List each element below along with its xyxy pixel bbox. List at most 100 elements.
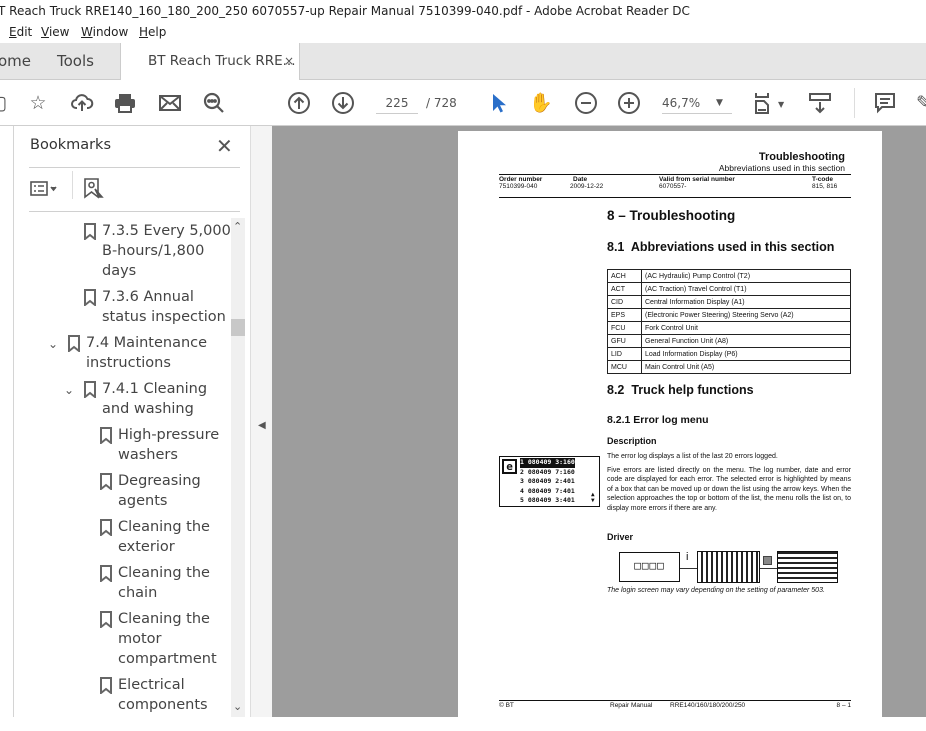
close-icon[interactable]: ✕ xyxy=(216,134,233,158)
section-heading-abbreviations: 8.1 Abbreviations used in this section xyxy=(607,240,835,254)
scrolling-mode-icon[interactable] xyxy=(808,91,832,115)
subsection-heading: 8.2.1 Error log menu xyxy=(607,414,709,426)
previous-page-icon[interactable] xyxy=(287,91,311,115)
close-tab-icon[interactable]: × xyxy=(284,43,294,80)
chevron-down-icon[interactable]: ⌄ xyxy=(47,334,59,354)
print-icon[interactable] xyxy=(113,91,137,115)
bookmark-icon xyxy=(100,427,112,444)
hand-tool-icon[interactable]: ✋ xyxy=(529,91,553,115)
home-icon[interactable]: ▢ xyxy=(0,91,10,115)
info-screen-figure xyxy=(697,551,760,583)
bookmark-item[interactable]: ⌄ 7.4.1 Cleaning and washing xyxy=(14,376,231,422)
chevron-down-icon[interactable]: ⌄ xyxy=(63,380,75,400)
bookmark-item[interactable]: Cleaning the motor compartment xyxy=(14,606,231,672)
meta-value: 815, 816 xyxy=(812,183,838,190)
fit-page-icon[interactable] xyxy=(753,91,777,115)
tab-tools[interactable]: Tools xyxy=(57,43,94,80)
abbreviation-meaning: (AC Hydraulic) Pump Control (T2) xyxy=(641,269,851,283)
meta-label: T-code xyxy=(812,176,833,183)
bookmark-icon xyxy=(100,611,112,628)
abbreviation: GFU xyxy=(607,334,642,348)
description-heading: Description xyxy=(607,436,657,446)
table-row: ACT (AC Traction) Travel Control (T1) xyxy=(607,282,851,296)
collapse-panel-icon[interactable]: ◀ xyxy=(258,420,266,431)
lcd-error-row: 1 080409 3:160 xyxy=(520,458,575,468)
table-row: ACH (AC Hydraulic) Pump Control (T2) xyxy=(607,269,851,283)
bookmark-icon xyxy=(68,335,80,352)
abbreviation-meaning: (Electronic Power Steering) Steering Ser… xyxy=(641,308,851,322)
zoom-level-value: 46,7% xyxy=(662,96,701,110)
meta-label: Date xyxy=(573,176,588,183)
fit-dropdown-icon[interactable]: ▼ xyxy=(778,100,784,109)
bookmark-item[interactable]: Cleaning the exterior xyxy=(14,514,231,560)
bookmarks-title: Bookmarks xyxy=(30,137,112,153)
scroll-down-icon[interactable]: ⌄ xyxy=(233,700,242,713)
window-title: T Reach Truck RRE140_160_180_200_250 607… xyxy=(0,0,924,22)
bookmark-item[interactable]: High-pressure washers xyxy=(14,422,231,468)
bookmark-options-button[interactable] xyxy=(30,180,58,198)
bookmark-item[interactable]: Cleaning the chain xyxy=(14,560,231,606)
abbreviation-meaning: Main Control Unit (A5) xyxy=(641,360,851,374)
menu-bar: Edit View Window Help xyxy=(0,22,926,43)
document-meta: Order number 7510399-040 Date 2009-12-22 V… xyxy=(499,176,851,196)
next-page-icon[interactable] xyxy=(331,91,355,115)
meta-label: Valid from serial number xyxy=(659,176,735,183)
meta-value: 7510399-040 xyxy=(499,183,538,190)
zoom-level-select[interactable]: 46,7% ▼ xyxy=(662,92,732,114)
lcd-error-row: 4 080409 7:401 xyxy=(520,486,575,495)
search-icon[interactable] xyxy=(202,91,226,115)
comment-icon[interactable] xyxy=(873,91,897,115)
panel-splitter[interactable]: ◀ xyxy=(250,126,272,717)
mail-icon[interactable] xyxy=(158,91,182,115)
running-header-subtitle: Abbreviations used in this section xyxy=(718,163,845,173)
bookmark-list: 7.3.5 Every 5,000 B-hours/1,800 days 7.3.… xyxy=(14,218,231,717)
zoom-out-icon[interactable] xyxy=(574,91,598,115)
description-text-2: Five errors are listed directly on the m… xyxy=(607,467,851,512)
zoom-in-icon[interactable] xyxy=(617,91,641,115)
toolbar-divider xyxy=(854,88,855,118)
bookmark-label: 7.3.6 Annual status inspection xyxy=(102,289,226,325)
menu-key-icon xyxy=(763,556,772,565)
bookmark-icon xyxy=(100,519,112,536)
abbreviation: LID xyxy=(607,347,642,361)
chapter-heading: 8 – Troubleshooting xyxy=(607,208,736,223)
bookmarks-scrollbar[interactable]: ⌃ ⌄ xyxy=(231,218,245,717)
highlight-pen-icon[interactable]: ✎ xyxy=(912,91,926,115)
tab-bar: ome Tools BT Reach Truck RRE... × xyxy=(0,43,926,81)
abbreviation: EPS xyxy=(607,308,642,322)
meta-value: 6070557- xyxy=(659,183,687,190)
tab-home[interactable]: ome xyxy=(0,43,31,80)
tab-document[interactable]: BT Reach Truck RRE... × xyxy=(120,43,300,81)
abbreviation: ACT xyxy=(607,282,642,296)
table-row: CID Central Information Display (A1) xyxy=(607,295,851,309)
menu-edit[interactable]: Edit xyxy=(9,22,32,43)
chevron-down-icon: ▼ xyxy=(716,98,723,108)
scroll-up-icon[interactable]: ⌃ xyxy=(233,220,242,233)
footer-copyright: © BT xyxy=(499,702,514,709)
bookmark-item[interactable]: Electrical components xyxy=(14,672,231,717)
bookmark-label: High-pressure washers xyxy=(118,427,220,463)
new-bookmark-icon[interactable] xyxy=(83,177,105,201)
bookmark-item[interactable]: Degreasing agents xyxy=(14,468,231,514)
footer-model: RRE140/160/180/200/250 xyxy=(670,702,746,709)
abbreviation-meaning: Load Information Display (P6) xyxy=(641,347,851,361)
bookmark-label: 7.3.5 Every 5,000 B-hours/1,800 days xyxy=(102,223,231,279)
page-total: / 728 xyxy=(426,96,457,110)
cloud-upload-icon[interactable] xyxy=(70,91,94,115)
select-cursor-icon[interactable] xyxy=(486,91,510,115)
menu-view[interactable]: View xyxy=(41,22,69,43)
bookmark-icon xyxy=(100,565,112,582)
bookmark-icon xyxy=(84,223,96,240)
footer-doc-type: Repair Manual xyxy=(610,702,653,709)
meta-value: 2009-12-22 xyxy=(570,183,604,190)
menu-help[interactable]: Help xyxy=(139,22,166,43)
page-number-input[interactable]: 225 xyxy=(376,92,418,114)
bookmark-item[interactable]: ⌄ 7.4 Maintenance instructions xyxy=(14,330,231,376)
bookmark-star-icon[interactable]: ☆ xyxy=(26,91,50,115)
menu-window[interactable]: Window xyxy=(81,22,128,43)
bookmark-item[interactable]: 7.3.5 Every 5,000 B-hours/1,800 days xyxy=(14,218,231,284)
bookmark-item[interactable]: 7.3.6 Annual status inspection xyxy=(14,284,231,330)
abbreviation: FCU xyxy=(607,321,642,335)
abbreviation-meaning: General Function Unit (A8) xyxy=(641,334,851,348)
scrollbar-thumb[interactable] xyxy=(231,319,245,336)
